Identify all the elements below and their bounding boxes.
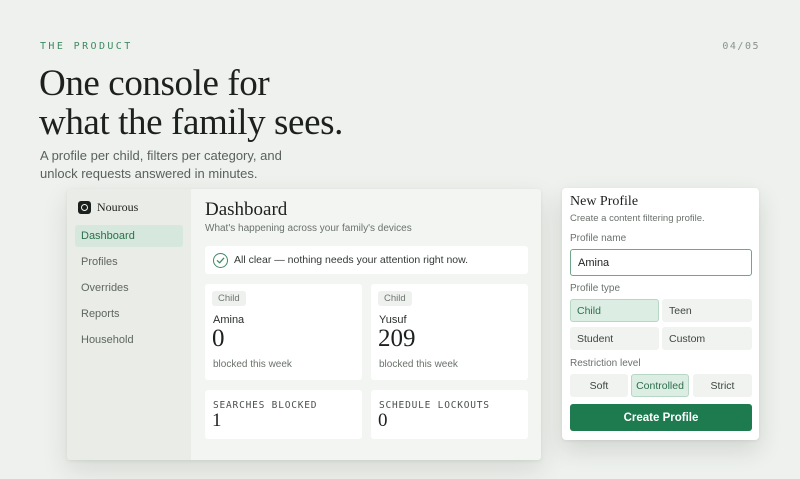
sidebar-nav: Dashboard Profiles Overrides Reports Hou…	[75, 225, 183, 355]
headline-line-2: what the family sees.	[39, 102, 343, 143]
profile-card-amina[interactable]: Child Amina 0 blocked this week	[205, 284, 362, 380]
check-circle-icon	[213, 252, 228, 268]
stat-card-searches-blocked: SEARCHES BLOCKED 1	[205, 390, 362, 439]
blocked-label: blocked this week	[213, 359, 292, 370]
type-option-child[interactable]: Child	[570, 299, 659, 322]
page-subtitle: What's happening across your family's de…	[205, 223, 412, 234]
subline-line-2: unlock requests answered in minutes.	[40, 166, 258, 181]
blocked-label: blocked this week	[379, 359, 458, 370]
slide-pager: 04/05	[722, 41, 760, 52]
sidebar-item-profiles[interactable]: Profiles	[75, 251, 183, 273]
level-option-soft[interactable]: Soft	[570, 374, 628, 397]
type-option-student[interactable]: Student	[570, 327, 659, 350]
sidebar-item-dashboard[interactable]: Dashboard	[75, 225, 183, 247]
sidebar: Nourous Dashboard Profiles Overrides Rep…	[67, 189, 191, 460]
stat-label: SCHEDULE LOCKOUTS	[379, 400, 490, 411]
level-option-strict[interactable]: Strict	[693, 374, 752, 397]
headline: One console for what the family sees.	[39, 64, 459, 142]
blocked-count: 0	[212, 325, 225, 352]
profile-name-input[interactable]	[570, 249, 752, 276]
type-option-teen[interactable]: Teen	[662, 299, 752, 322]
sidebar-item-household[interactable]: Household	[75, 329, 183, 351]
level-option-controlled[interactable]: Controlled	[631, 374, 689, 397]
headline-line-1: One console for	[39, 63, 270, 104]
blocked-count: 209	[378, 325, 416, 352]
panel-title: New Profile	[570, 194, 639, 209]
all-clear-alert: All clear — nothing needs your attention…	[205, 246, 528, 274]
alert-text: All clear — nothing needs your attention…	[234, 254, 469, 266]
profile-type-label: Profile type	[570, 283, 621, 294]
profile-type-tag: Child	[378, 291, 412, 306]
brand-name: Nourous	[97, 200, 139, 214]
eyebrow-label: THE PRODUCT	[40, 41, 133, 52]
profile-name-label: Profile name	[570, 233, 627, 244]
new-profile-panel: New Profile Create a content filtering p…	[562, 188, 759, 440]
stat-value: 1	[212, 410, 222, 431]
brand: Nourous	[78, 200, 138, 215]
restriction-level-label: Restriction level	[570, 358, 641, 369]
profile-type-tag: Child	[212, 291, 246, 306]
sidebar-item-overrides[interactable]: Overrides	[75, 277, 183, 299]
stat-card-schedule-lockouts: SCHEDULE LOCKOUTS 0	[371, 390, 528, 439]
nourous-logo-icon	[78, 201, 91, 214]
subline-line-1: A profile per child, filters per categor…	[40, 148, 282, 163]
dashboard-main: Dashboard What's happening across your f…	[205, 189, 529, 460]
page-title: Dashboard	[205, 199, 288, 220]
dashboard-window: Nourous Dashboard Profiles Overrides Rep…	[67, 189, 541, 460]
subline: A profile per child, filters per categor…	[40, 147, 340, 183]
sidebar-item-reports[interactable]: Reports	[75, 303, 183, 325]
stat-label: SEARCHES BLOCKED	[213, 400, 318, 411]
panel-subtitle: Create a content filtering profile.	[570, 213, 705, 224]
type-option-custom[interactable]: Custom	[662, 327, 752, 350]
stat-value: 0	[378, 410, 388, 431]
create-profile-button[interactable]: Create Profile	[570, 404, 752, 431]
profile-card-yusuf[interactable]: Child Yusuf 209 blocked this week	[371, 284, 528, 380]
